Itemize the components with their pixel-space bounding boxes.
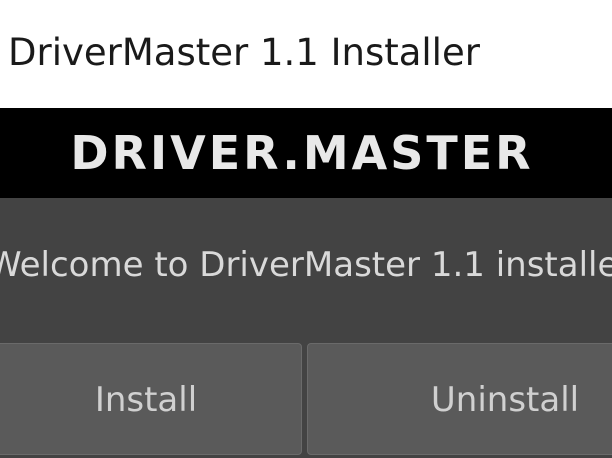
brand-logo-text: DRIVER.MASTER: [70, 126, 534, 180]
window-title: DriverMaster 1.1 Installer: [8, 31, 480, 74]
uninstall-button[interactable]: Uninstall: [307, 343, 612, 455]
installer-window: DriverMaster 1.1 Installer DRIVER.MASTER…: [0, 0, 612, 458]
welcome-message: Welcome to DriverMaster 1.1 installer: [0, 245, 612, 285]
brand-banner: DRIVER.MASTER: [0, 108, 612, 198]
install-button[interactable]: Install: [0, 343, 302, 455]
uninstall-button-label: Uninstall: [430, 380, 580, 420]
installer-body: Welcome to DriverMaster 1.1 installer In…: [0, 198, 612, 458]
title-bar[interactable]: DriverMaster 1.1 Installer: [0, 0, 612, 108]
install-button-label: Install: [94, 380, 198, 420]
